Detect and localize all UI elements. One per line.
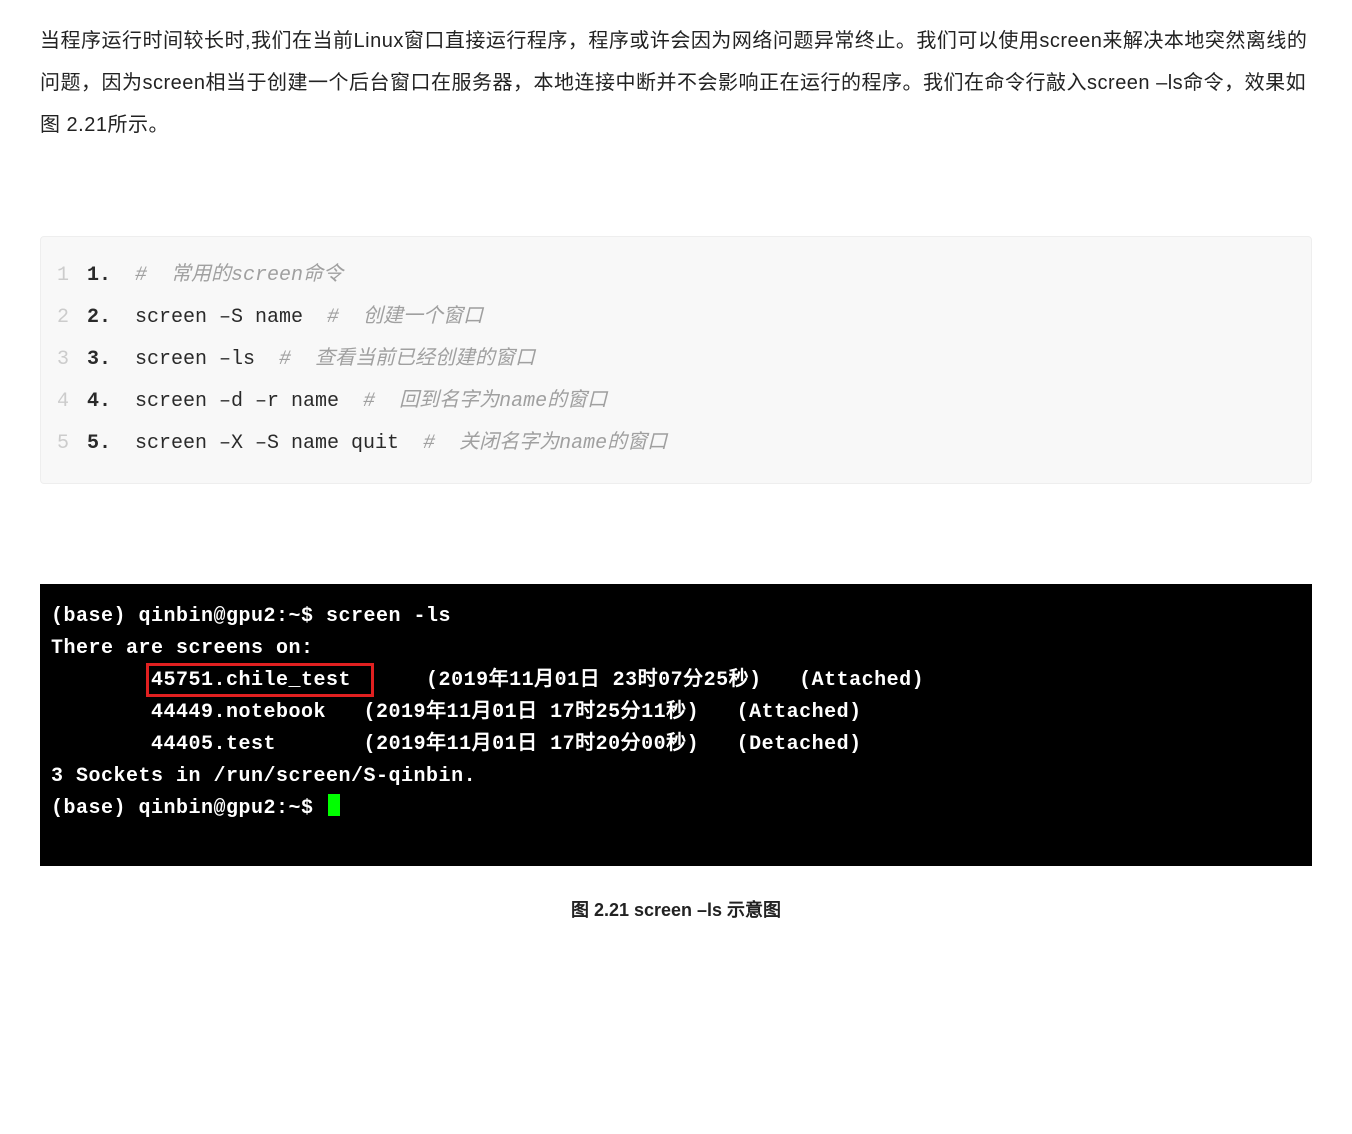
line-number-gutter: 2 — [51, 297, 87, 339]
terminal-prompt-line: (base) qinbin@gpu2:~$ screen -ls — [51, 601, 1301, 633]
terminal-footer-line: 3 Sockets in /run/screen/S-qinbin. — [51, 761, 1301, 793]
code-index: 1. — [87, 255, 135, 297]
terminal-screen-row: 44449.notebook (2019年11月01日 17时25分11秒) (… — [51, 697, 1301, 729]
code-text: screen –ls — [135, 339, 279, 381]
code-comment: # 常用的screen命令 — [135, 255, 343, 297]
screen-session-name: 44449.notebook — [51, 701, 326, 724]
code-index: 4. — [87, 381, 135, 423]
code-line: 55. screen –X –S name quit # 关闭名字为name的窗… — [51, 423, 1301, 465]
terminal-cursor — [328, 794, 340, 816]
code-block: 11. # 常用的screen命令22. screen –S name # 创建… — [40, 236, 1312, 484]
terminal-header-line: There are screens on: — [51, 633, 1301, 665]
terminal-screen-row: 45751.chile_test (2019年11月01日 23时07分25秒)… — [51, 665, 1301, 697]
terminal-screen-row: 44405.test (2019年11月01日 17时20分00秒) (Deta… — [51, 729, 1301, 761]
code-line: 33. screen –ls # 查看当前已经创建的窗口 — [51, 339, 1301, 381]
code-line: 11. # 常用的screen命令 — [51, 255, 1301, 297]
code-text: screen –X –S name quit — [135, 423, 423, 465]
line-number-gutter: 4 — [51, 381, 87, 423]
line-number-gutter: 3 — [51, 339, 87, 381]
code-text: screen –d –r name — [135, 381, 363, 423]
code-index: 3. — [87, 339, 135, 381]
code-line: 44. screen –d –r name # 回到名字为name的窗口 — [51, 381, 1301, 423]
screen-session-meta: (2019年11月01日 17时20分00秒) (Detached) — [276, 733, 862, 756]
code-comment: # 查看当前已经创建的窗口 — [279, 339, 535, 381]
screen-session-meta: (2019年11月01日 17时25分11秒) (Attached) — [326, 701, 862, 724]
screen-session-meta: (2019年11月01日 23时07分25秒) (Attached) — [351, 669, 924, 692]
screen-session-name: 45751.chile_test — [51, 669, 351, 692]
line-number-gutter: 1 — [51, 255, 87, 297]
terminal-screenshot: (base) qinbin@gpu2:~$ screen -lsThere ar… — [40, 584, 1312, 866]
code-index: 5. — [87, 423, 135, 465]
code-comment: # 回到名字为name的窗口 — [363, 381, 607, 423]
code-text: screen –S name — [135, 297, 327, 339]
figure-caption: 图 2.21 screen –ls 示意图 — [40, 892, 1312, 930]
code-comment: # 关闭名字为name的窗口 — [423, 423, 667, 465]
screen-session-name: 44405.test — [51, 733, 276, 756]
code-index: 2. — [87, 297, 135, 339]
terminal-prompt-line: (base) qinbin@gpu2:~$ — [51, 793, 1301, 825]
intro-paragraph: 当程序运行时间较长时,我们在当前Linux窗口直接运行程序，程序或许会因为网络问… — [40, 20, 1312, 146]
code-line: 22. screen –S name # 创建一个窗口 — [51, 297, 1301, 339]
code-comment: # 创建一个窗口 — [327, 297, 483, 339]
line-number-gutter: 5 — [51, 423, 87, 465]
